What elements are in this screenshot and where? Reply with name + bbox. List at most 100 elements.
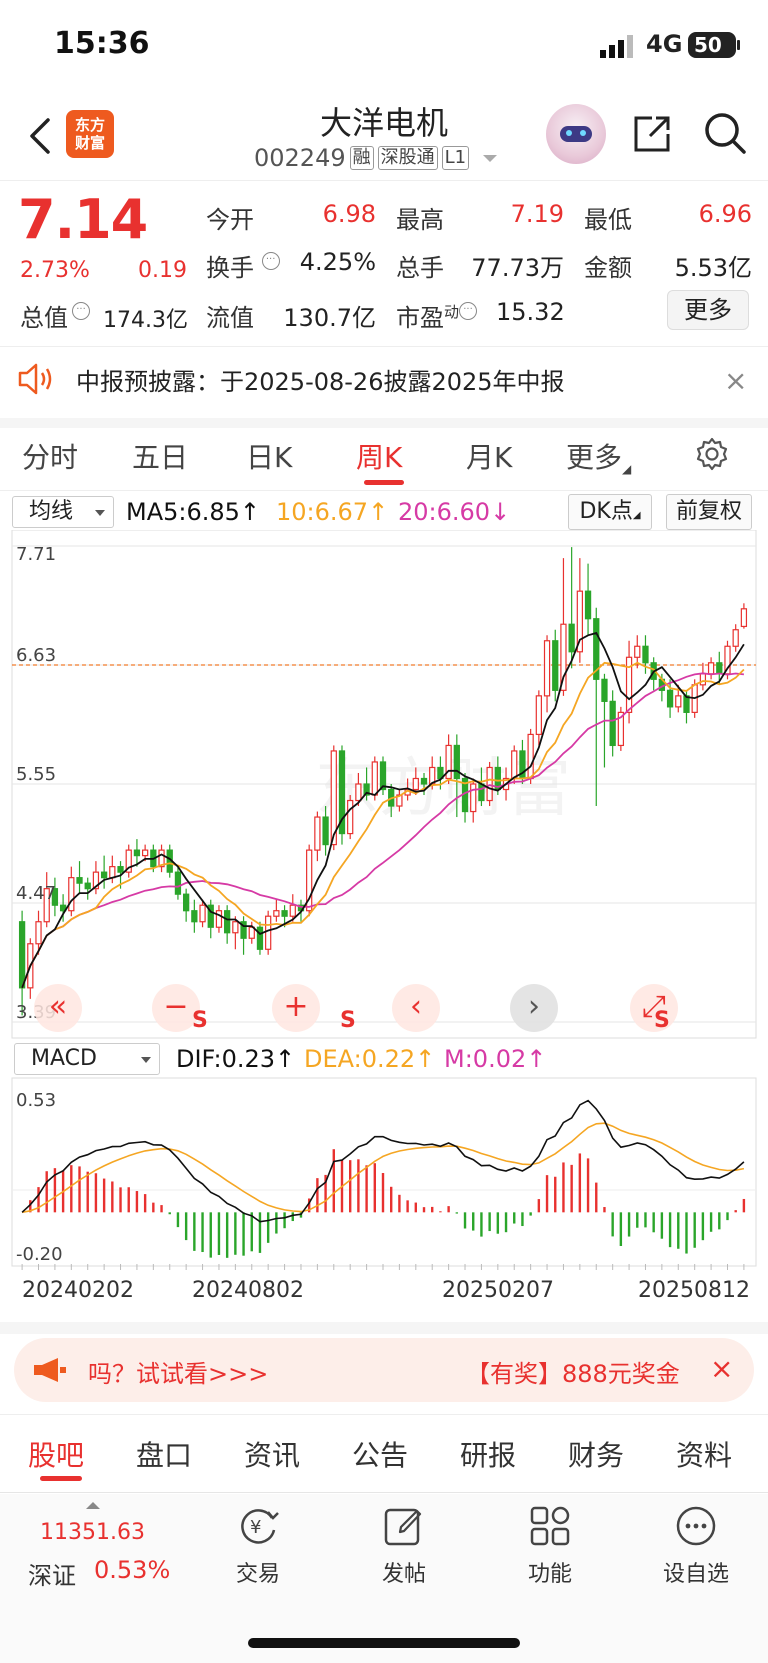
more-quote-button[interactable]: 更多 <box>667 290 749 330</box>
candle-body <box>84 882 91 890</box>
tab-orderbook[interactable]: 盘口 <box>136 1434 192 1474</box>
candle-body <box>699 673 707 686</box>
share-icon[interactable] <box>630 112 674 156</box>
tab-announcements[interactable]: 公告 <box>352 1434 408 1474</box>
candle-body <box>174 871 182 895</box>
tab-more[interactable]: 更多◢ <box>566 436 631 476</box>
candle-body <box>265 915 272 950</box>
candle-body <box>289 904 296 917</box>
kline-chart[interactable]: 东方财富 7.716.635.554.473.39 <box>0 530 768 1040</box>
macd-select[interactable]: MACD <box>14 1043 160 1075</box>
turnover-value: 4.25% <box>299 248 376 276</box>
dea-value: DEA:0.22↑ <box>304 1045 436 1073</box>
promo-text[interactable]: 吗？试试看>>> <box>88 1354 268 1389</box>
trade-icon[interactable]: ¥ <box>236 1504 280 1548</box>
candle-body <box>355 783 362 802</box>
candle-body <box>141 849 149 857</box>
tab-profile[interactable]: 资料 <box>676 1434 732 1474</box>
ma20-value: 20:6.60↓ <box>398 498 511 526</box>
tab-weekly-k[interactable]: 周K <box>356 436 402 476</box>
zoom-in-button[interactable]: + <box>272 984 320 1032</box>
candle-body <box>527 733 534 780</box>
status-time: 15:36 <box>54 26 150 61</box>
index-value[interactable]: 11351.63 <box>40 1520 145 1545</box>
home-indicator[interactable] <box>248 1638 520 1648</box>
candle-body <box>552 640 559 691</box>
battery-icon: 50 <box>688 32 736 58</box>
candle-body <box>683 695 690 713</box>
candle-body <box>347 799 354 835</box>
prev-button[interactable]: ‹ <box>392 984 440 1032</box>
low-value: 6.96 <box>698 200 752 228</box>
chevron-down-icon[interactable] <box>483 154 498 162</box>
index-name[interactable]: 深证 <box>28 1556 76 1591</box>
candle-body <box>100 871 108 879</box>
indicator-select[interactable]: 均线 <box>12 496 114 528</box>
high-value: 7.19 <box>510 200 564 228</box>
candle-body <box>535 695 542 736</box>
x-label: 20240202 <box>22 1278 134 1303</box>
close-icon[interactable]: × <box>710 1352 733 1385</box>
info-icon[interactable]: ··· <box>261 252 280 270</box>
amount-value: 5.53亿 <box>674 254 752 282</box>
low-label: 最低 <box>584 206 632 234</box>
dock-trade[interactable]: 交易 <box>208 1556 308 1588</box>
candle-body <box>420 777 428 785</box>
pe-value: 15.32 <box>496 298 565 326</box>
tab-news[interactable]: 资讯 <box>244 1434 300 1474</box>
open-value: 6.98 <box>322 200 376 228</box>
candle-body <box>470 783 477 813</box>
candle-body <box>486 766 493 802</box>
candle-body <box>371 761 378 796</box>
x-label: 20250207 <box>442 1278 554 1303</box>
info-icon[interactable]: ··· <box>72 302 90 320</box>
candle-body <box>716 662 723 675</box>
candle-body <box>215 910 223 928</box>
signal-icon <box>600 35 633 58</box>
candle-body <box>35 921 42 945</box>
promo-reward-text[interactable]: 【有奖】888元奖金 <box>466 1354 680 1389</box>
scroll-left-button[interactable]: « <box>34 984 82 1032</box>
signal-s-marker: S <box>654 1008 670 1033</box>
tab-five-day[interactable]: 五日 <box>132 436 188 476</box>
macd-tick-label: -0.20 <box>16 1244 63 1265</box>
tab-monthly-k[interactable]: 月K <box>466 436 512 476</box>
candle-body <box>76 877 83 884</box>
stock-code: 002249 <box>254 144 346 172</box>
functions-icon[interactable] <box>528 1504 572 1548</box>
macd-chart[interactable]: 0.53 -0.20 <box>0 1072 768 1272</box>
dock-functions[interactable]: 功能 <box>500 1556 600 1588</box>
gear-icon[interactable] <box>694 436 730 472</box>
turnover-label: 换手 ··· <box>206 248 280 283</box>
tag-connect: 深股通 <box>377 146 438 170</box>
candle-body <box>314 816 321 851</box>
tab-research[interactable]: 研报 <box>460 1434 516 1474</box>
post-icon[interactable] <box>382 1504 426 1548</box>
dock-watchlist[interactable]: 设自选 <box>646 1556 746 1588</box>
info-icon[interactable]: ··· <box>459 302 478 320</box>
assistant-robot-icon[interactable] <box>546 104 606 164</box>
candle-body <box>18 921 26 989</box>
tab-finance[interactable]: 财务 <box>568 1434 624 1474</box>
tab-guba[interactable]: 股吧 <box>28 1434 84 1474</box>
dif-value: DIF:0.23↑ <box>176 1045 296 1073</box>
search-icon[interactable] <box>702 110 748 156</box>
adjust-button[interactable]: 前复权 <box>666 494 752 530</box>
chevron-up-icon[interactable] <box>86 1502 100 1509</box>
dk-point-button[interactable]: DK点◢ <box>568 494 652 530</box>
more-circle-icon[interactable] <box>674 1504 718 1548</box>
stock-meta[interactable]: 002249 融 深股通 L1 <box>254 144 498 172</box>
tab-daily-k[interactable]: 日K <box>246 436 292 476</box>
float-value: 130.7亿 <box>283 304 376 332</box>
open-label: 今开 <box>206 206 254 234</box>
candle-body <box>256 926 264 950</box>
megaphone-icon <box>34 1358 66 1382</box>
index-percent[interactable]: 0.53% <box>94 1556 170 1584</box>
tab-intraday[interactable]: 分时 <box>22 436 78 476</box>
x-label: 20250812 <box>638 1278 750 1303</box>
candle-body <box>68 877 75 912</box>
close-icon[interactable]: × <box>724 364 747 397</box>
dock-post[interactable]: 发帖 <box>354 1556 454 1588</box>
next-button[interactable]: › <box>510 984 558 1032</box>
notice-text[interactable]: 中报预披露：于2025-08-26披露2025年中报 <box>76 362 565 397</box>
